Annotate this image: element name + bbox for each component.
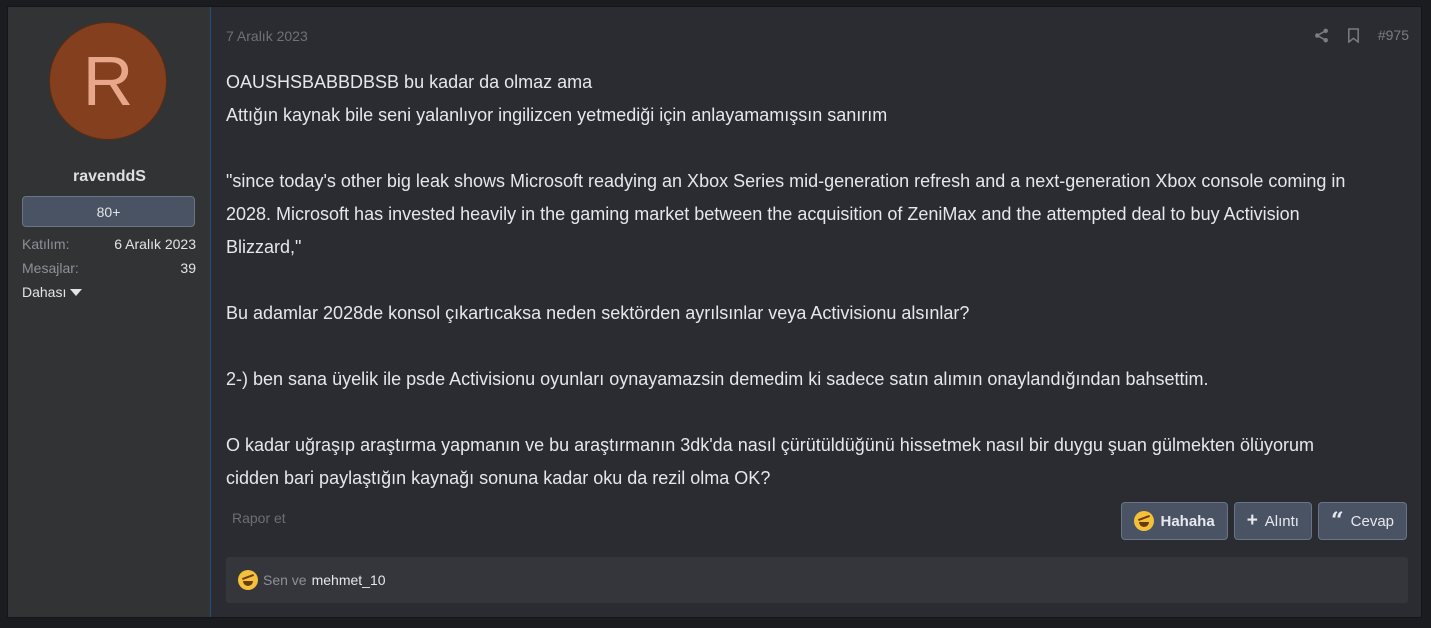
post-date[interactable]: 7 Aralık 2023 (226, 28, 308, 44)
post-body-blank-line (226, 330, 1396, 363)
post-body-line: OAUSHSBABBDBSB bu kadar da olmaz ama (226, 72, 593, 92)
stat-joined-value: 6 Aralık 2023 (114, 236, 196, 252)
reaction-button[interactable]: Hahaha (1120, 502, 1228, 540)
quote-icon: “ (1330, 508, 1344, 534)
post-body-line: Bu adamlar 2028de konsol çıkartıcaksa ne… (226, 303, 970, 323)
post-number[interactable]: #975 (1378, 27, 1409, 43)
post-body-line: 2-) ben sana üyelik ile psde Activisionu… (226, 369, 1209, 389)
laughing-emoji-icon (238, 570, 258, 590)
reactions-you: Sen ve (263, 572, 307, 588)
caret-down-icon (70, 288, 83, 296)
post-body-line: Attığın kaynak bile seni yalanlıyor ingi… (226, 105, 888, 125)
post-body-line: Blizzard," (226, 237, 302, 257)
post-body-blank-line (226, 264, 1396, 297)
stat-joined: Katılım: 6 Aralık 2023 (22, 236, 196, 252)
quote-button[interactable]: + Alıntı (1233, 502, 1312, 540)
laughing-emoji-icon (1133, 511, 1154, 531)
reactions-user-link[interactable]: mehmet_10 (312, 572, 386, 588)
user-badge: 80+ (22, 196, 195, 227)
post-body-line: O kadar uğraşıp araştırma yapmanın ve bu… (226, 435, 1315, 455)
more-label: Dahası (22, 284, 67, 300)
reply-button-label: Cevap (1350, 512, 1394, 530)
report-link[interactable]: Rapor et (232, 510, 286, 526)
post-container: R ravenddS 80+ Katılım: 6 Aralık 2023 Me… (7, 6, 1422, 618)
stat-messages: Mesajlar: 39 (22, 260, 196, 276)
post-actions: Hahaha + Alıntı “ Cevap (1120, 502, 1407, 540)
stat-messages-value[interactable]: 39 (180, 260, 196, 276)
post-body-blank-line (226, 396, 1396, 429)
quote-button-label: Alıntı (1264, 512, 1299, 530)
post-body-line: "since today's other big leak shows Micr… (226, 171, 1346, 191)
post-body: OAUSHSBABBDBSB bu kadar da olmaz ama Attı… (226, 66, 1396, 495)
stat-joined-label: Katılım: (22, 236, 70, 252)
more-toggle[interactable]: Dahası (22, 284, 83, 300)
avatar-letter: R (82, 42, 134, 120)
reply-button[interactable]: “ Cevap (1317, 502, 1407, 540)
post-tools: #975 (1314, 27, 1409, 43)
plus-icon: + (1246, 510, 1258, 531)
username[interactable]: ravenddS (8, 168, 211, 186)
post-body-line: 2028. Microsoft has invested heavily in … (226, 204, 1300, 224)
share-icon[interactable] (1314, 28, 1329, 43)
avatar[interactable]: R (49, 22, 167, 140)
post-main: 7 Aralık 2023 #975 OAUSHSBABBDBSB bu kad… (211, 7, 1421, 617)
user-sidebar: R ravenddS 80+ Katılım: 6 Aralık 2023 Me… (8, 7, 211, 617)
post-body-line: cidden bari paylaştığın kaynağı sonuna k… (226, 468, 771, 488)
reactions-bar: Sen ve mehmet_10 (226, 557, 1408, 603)
stat-messages-label: Mesajlar: (22, 260, 79, 276)
reaction-button-label: Hahaha (1160, 512, 1215, 530)
post-body-blank-line (226, 132, 1396, 165)
bookmark-icon[interactable] (1347, 27, 1360, 43)
